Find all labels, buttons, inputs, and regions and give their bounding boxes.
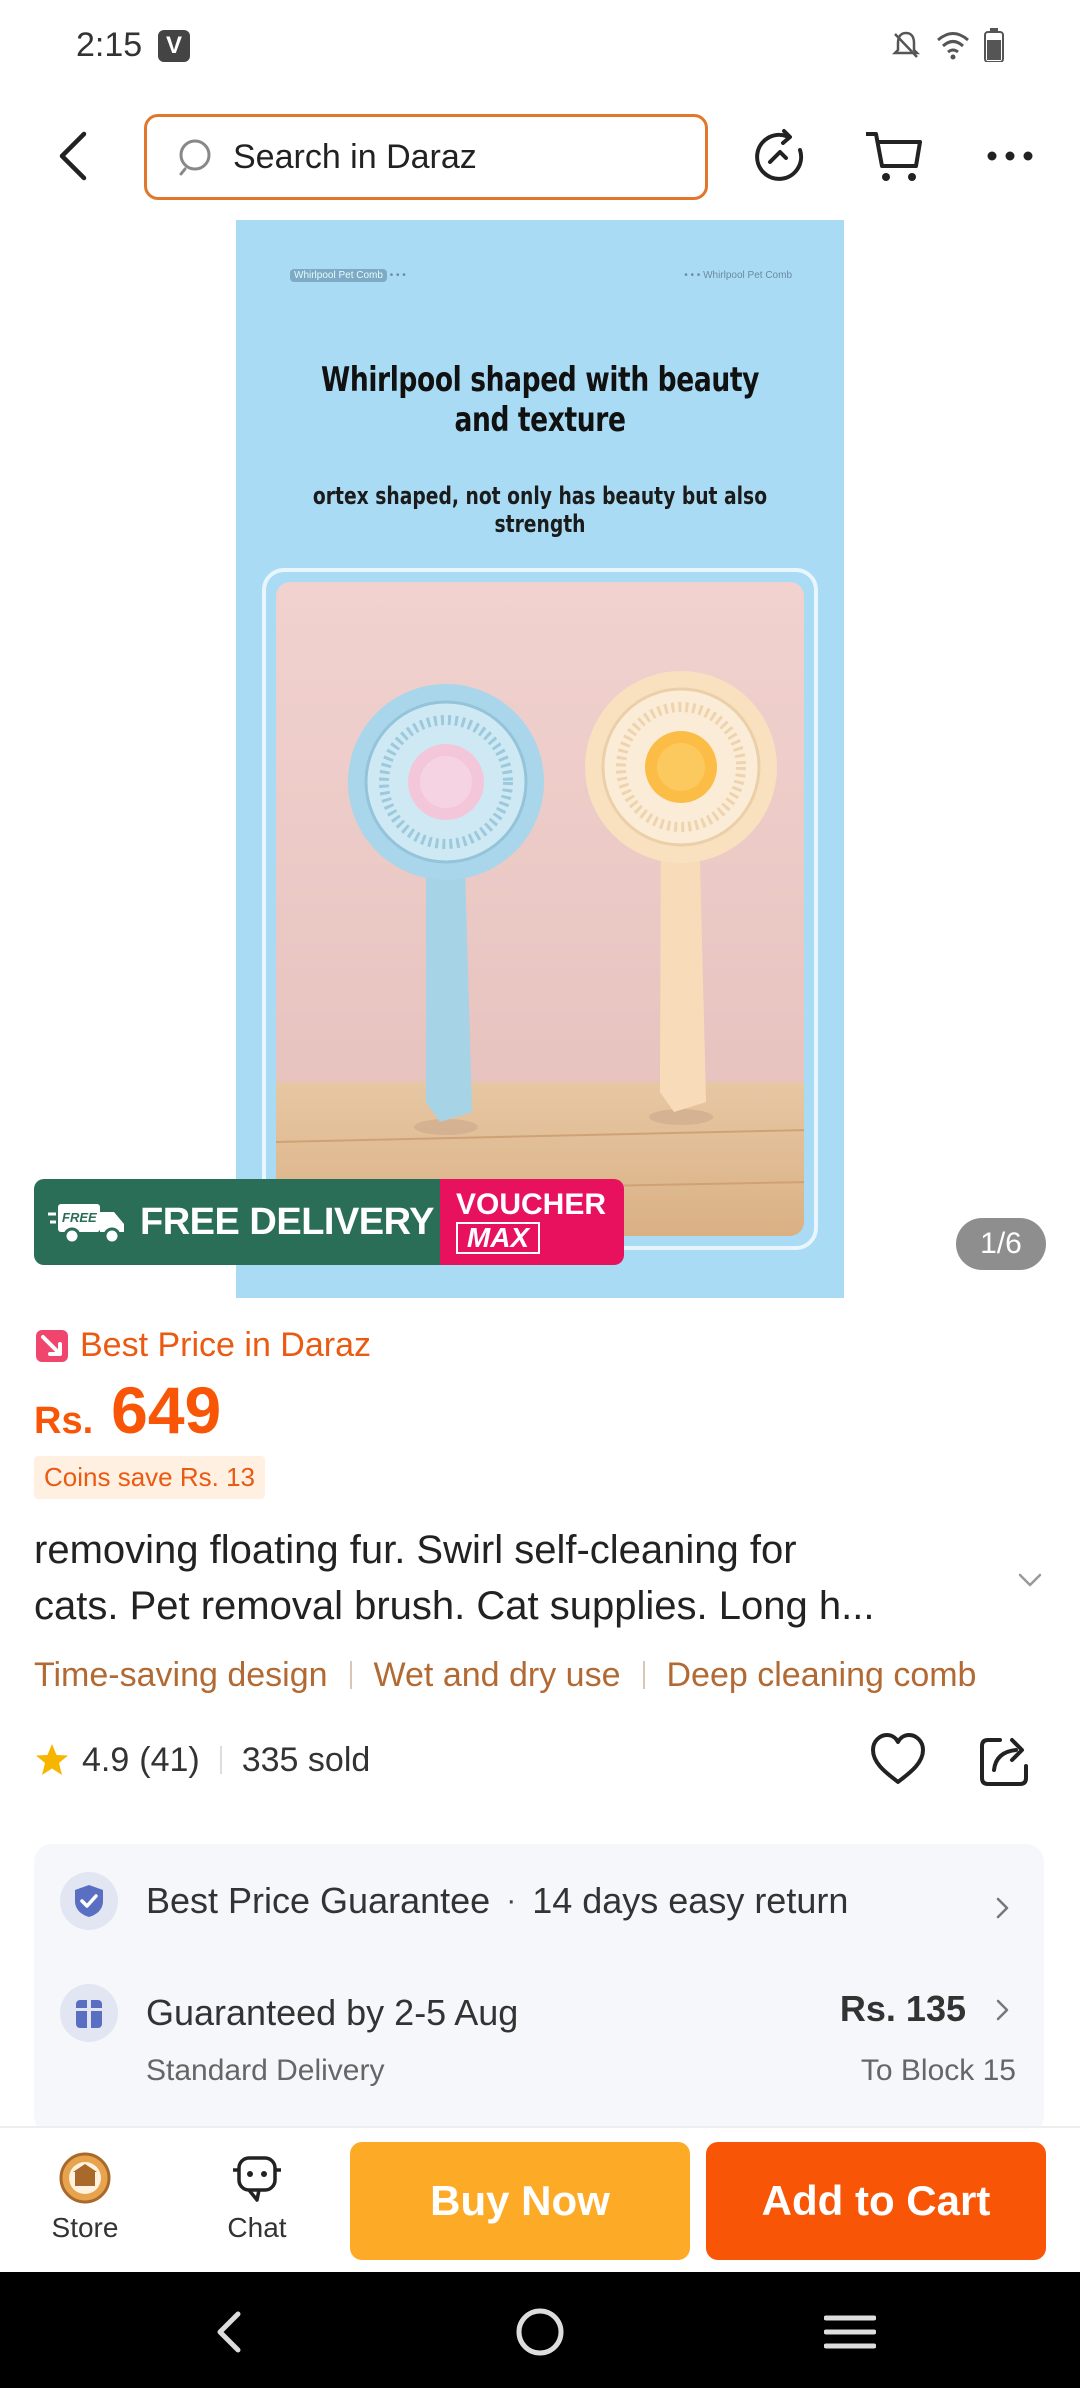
guarantee-row[interactable]: Best Price Guarantee · 14 days easy retu… — [60, 1872, 848, 1930]
rating-count: (41) — [139, 1740, 200, 1779]
best-price-label[interactable]: Best Price in Daraz — [34, 1326, 371, 1365]
add-to-cart-button[interactable]: Add to Cart — [706, 2142, 1046, 2260]
gift-icon — [60, 1984, 118, 2042]
feature-tags: Time-saving design Wet and dry use Deep … — [34, 1652, 1044, 1698]
best-price-text: Best Price in Daraz — [80, 1326, 371, 1364]
chevron-right-icon[interactable] — [990, 1998, 1014, 2022]
muted-bell-icon — [891, 31, 921, 58]
star-icon — [36, 1744, 68, 1775]
voucher-label: VOUCHER — [456, 1188, 607, 1221]
store-icon — [59, 2152, 111, 2204]
separator-dot: · — [506, 1884, 517, 1917]
back-button[interactable] — [44, 126, 104, 186]
delivery-row[interactable]: Guaranteed by 2-5 Aug — [60, 1984, 518, 2042]
system-nav-bar — [0, 2272, 1080, 2388]
feature-tag: Deep cleaning comb — [666, 1655, 977, 1694]
system-home-icon — [516, 2308, 564, 2356]
status-time: 2:15 — [76, 26, 143, 64]
returns-text: 14 days easy return — [532, 1880, 849, 1921]
chevron-down-icon[interactable] — [1016, 1566, 1044, 1594]
delivery-destination: To Block 15 — [860, 2054, 1016, 2087]
store-label: Store — [51, 2212, 119, 2243]
image-subheadline: ortex shaped, not only has beauty but al… — [312, 482, 768, 538]
sold-count: 335 sold — [241, 1740, 371, 1779]
search-icon — [179, 139, 211, 176]
delivery-date: Guaranteed by 2-5 Aug — [146, 1992, 519, 2033]
product-title[interactable]: removing floating fur. Swirl self-cleani… — [34, 1522, 994, 1634]
system-back-button[interactable] — [198, 2302, 258, 2362]
heart-icon[interactable] — [868, 1730, 928, 1790]
price-currency: Rs. — [34, 1400, 94, 1442]
store-button[interactable]: Store — [30, 2150, 140, 2244]
best-price-icon — [36, 1329, 68, 1362]
system-recents-button[interactable] — [820, 2302, 880, 2362]
rating-score: 4.9 — [82, 1740, 130, 1779]
feature-tag: Wet and dry use — [373, 1655, 621, 1694]
guarantee-text: Best Price Guarantee — [146, 1880, 491, 1921]
title-line-1: removing floating fur. Swirl self-cleani… — [34, 1528, 797, 1572]
free-delivery-section: FREE FREE DELIVERY — [34, 1179, 440, 1265]
tag-divider — [642, 1661, 645, 1689]
share-icon[interactable] — [976, 1730, 1036, 1790]
shield-icon — [60, 1872, 118, 1930]
status-bar: 2:15 V — [0, 0, 1080, 92]
voucher-max-section: VOUCHER MAX — [440, 1179, 624, 1265]
search-input[interactable]: Search in Daraz — [144, 114, 708, 200]
cart-button[interactable] — [864, 126, 924, 186]
free-tag: FREE — [62, 1210, 97, 1225]
chat-icon — [233, 2156, 281, 2202]
cart-icon — [866, 132, 922, 181]
rating-row[interactable]: 4.9 (41) 335 sold — [34, 1736, 370, 1784]
history-icon — [755, 129, 804, 181]
system-menu-icon — [824, 2315, 876, 2349]
free-delivery-badge: FREE FREE DELIVERY VOUCHER MAX — [34, 1179, 624, 1265]
tag-divider — [349, 1661, 352, 1689]
price: Rs. 649 — [34, 1372, 221, 1448]
top-nav: Search in Daraz — [0, 108, 1080, 204]
image-frame — [262, 568, 818, 1250]
image-headline: Whirlpool shaped with beauty and texture — [320, 360, 760, 440]
more-icon — [987, 151, 1033, 161]
history-button[interactable] — [750, 126, 810, 186]
free-delivery-label: FREE DELIVERY — [140, 1200, 435, 1243]
app-notification-icon: V — [158, 30, 190, 62]
coins-badge: Coins save Rs. 13 — [34, 1456, 265, 1499]
max-label: MAX — [456, 1222, 540, 1254]
title-line-2: cats. Pet removal brush. Cat supplies. L… — [34, 1584, 875, 1628]
image-label-left: Whirlpool Pet Comb • • • — [290, 269, 406, 282]
wifi-icon — [937, 32, 969, 60]
feature-tag: Time-saving design — [34, 1655, 328, 1694]
image-counter: 1/6 — [956, 1218, 1046, 1270]
delivery-fee: Rs. 135 — [839, 1988, 966, 2029]
product-image[interactable]: Whirlpool Pet Comb • • • • • • Whirlpool… — [236, 220, 844, 1298]
truck-icon: FREE — [48, 1204, 124, 1245]
comb-photo — [276, 582, 804, 1236]
services-card: Best Price Guarantee · 14 days easy retu… — [34, 1844, 1044, 2134]
more-button[interactable] — [980, 126, 1040, 186]
system-home-button[interactable] — [510, 2302, 570, 2362]
chat-label: Chat — [227, 2212, 287, 2243]
back-icon — [59, 131, 87, 181]
image-label-right: • • • Whirlpool Pet Comb — [684, 270, 792, 281]
status-icons — [890, 28, 1004, 62]
price-amount: 649 — [111, 1373, 222, 1447]
rating-divider — [219, 1746, 222, 1774]
chat-button[interactable]: Chat — [202, 2150, 312, 2244]
system-back-icon — [217, 2311, 241, 2353]
chevron-right-icon[interactable] — [990, 1896, 1014, 1920]
bottom-action-bar: Store Chat Buy Now Add to Cart — [0, 2126, 1080, 2272]
delivery-type: Standard Delivery — [146, 2054, 385, 2087]
search-placeholder: Search in Daraz — [233, 137, 477, 176]
battery-icon — [984, 28, 1004, 62]
buy-now-button[interactable]: Buy Now — [350, 2142, 690, 2260]
